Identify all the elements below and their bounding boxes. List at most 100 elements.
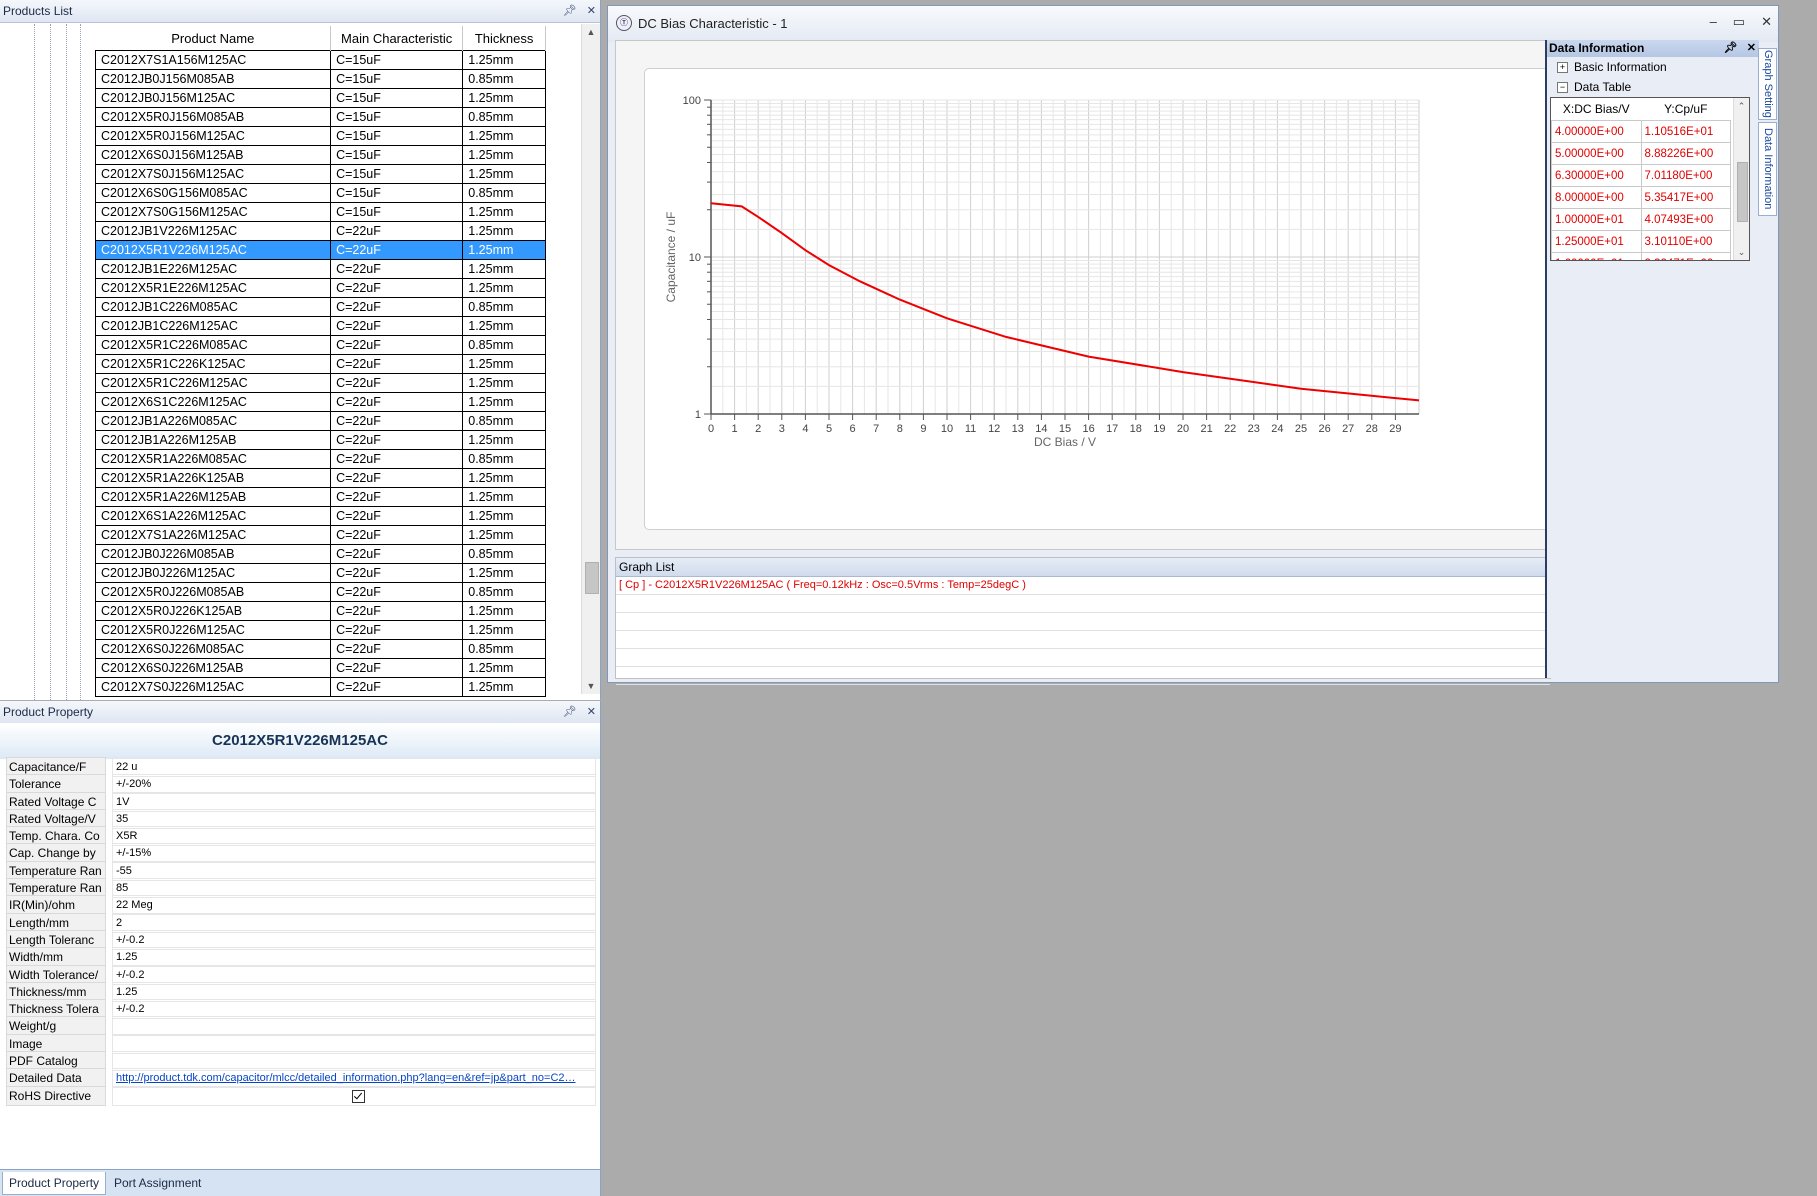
data-row[interactable]: 1.25000E+01 3.10110E+00 [1551,230,1731,253]
scroll-down-icon[interactable]: ▼ [582,678,600,694]
scroll-down-icon[interactable]: ⌄ [1734,244,1749,260]
rohs-checkbox-cell[interactable] [112,1085,596,1106]
scroll-up-icon[interactable]: ⌃ [1734,98,1749,114]
table-cell: 1.25mm [462,658,546,678]
table-cell: 1.25mm [462,525,546,545]
data-row[interactable]: 1.00000E+01 4.07493E+00 [1551,208,1731,231]
table-row[interactable]: C2012X6S0J226M085AC C=22uF 0.85mm [94,639,546,659]
table-row[interactable]: C2012X5R1A226M125AB C=22uF 1.25mm [94,487,546,507]
table-row[interactable]: C2012X6S0G156M085AC C=15uF 0.85mm [94,183,546,203]
table-row[interactable]: C2012X5R0J226M085AB C=22uF 0.85mm [94,582,546,602]
maximize-icon[interactable]: ▭ [1733,14,1745,30]
data-information-pane: Data Information 📌︎ ✕ + Basic Information… [1545,40,1759,678]
table-row[interactable]: C2012JB0J156M125AC C=15uF 1.25mm [94,88,546,108]
table-cell: 1.25mm [462,316,546,336]
table-cell: C2012X6S1C226M125AC [94,392,332,412]
property-row: Temperature Ran 85 [6,878,596,899]
table-cell: C2012X5R0J226K125AB [94,601,332,621]
collapse-icon[interactable]: − [1557,82,1568,94]
table-row[interactable]: C2012JB1C226M125AC C=22uF 1.25mm [94,316,546,336]
column-header[interactable]: Thickness [462,26,546,51]
dc-bias-window: Ⓣ DC Bias Characteristic - 1 – ▭ ✕ 01234… [607,5,1779,685]
tab-port-assignment[interactable]: Port Assignment [108,1172,207,1194]
table-row[interactable]: C2012X6S0J156M125AB C=15uF 1.25mm [94,145,546,165]
table-row[interactable]: C2012X5R0J156M085AB C=15uF 0.85mm [94,107,546,127]
table-row[interactable]: C2012JB0J226M085AB C=22uF 0.85mm [94,544,546,564]
table-row[interactable]: C2012X5R0J226M125AC C=22uF 1.25mm [94,620,546,640]
dc-bias-chart: 0 1 2 3 4 5 6 7 8 9 10 11 12 13 14 15 16 17 18 19 20 21 22 23 24… [664,95,1420,449]
table-row[interactable]: C2012X5R1A226M085AC C=22uF 0.85mm [94,449,546,469]
product-property-title: Product Property [3,705,94,719]
basic-information-node[interactable]: + Basic Information [1547,57,1759,77]
table-cell: C2012X5R1C226M085AC [94,335,332,355]
tab-graph-setting[interactable]: Graph Setting [1758,48,1777,120]
data-row[interactable]: 5.00000E+00 8.88226E+00 [1551,142,1731,165]
table-row[interactable]: C2012X5R0J226K125AB C=22uF 1.25mm [94,601,546,621]
data-information-title: Data Information [1549,41,1645,55]
data-cell: 3.10110E+00 [1640,230,1731,253]
table-row[interactable]: C2012JB1A226M085AC C=22uF 0.85mm [94,411,546,431]
graph-list-empty-row [616,667,1550,685]
close-icon[interactable]: ✕ [1761,14,1772,30]
expand-icon[interactable]: + [1557,62,1568,74]
checkbox-icon[interactable] [352,1089,365,1103]
column-header[interactable]: Product Name [95,26,332,51]
property-row: IR(Min)/ohm 22 Meg [6,895,596,916]
table-row[interactable]: C2012JB1C226M085AC C=22uF 0.85mm [94,297,546,317]
table-cell: C=22uF [330,392,464,412]
table-row[interactable]: C2012X7S0J156M125AC C=15uF 1.25mm [94,164,546,184]
table-row[interactable]: C2012X5R1C226M125AC C=22uF 1.25mm [94,373,546,393]
data-row[interactable]: 4.00000E+00 1.10516E+01 [1551,120,1731,143]
table-row[interactable]: C2012X7S0J226M125AC C=22uF 1.25mm [94,677,546,697]
table-row[interactable]: C2012JB1A226M125AB C=22uF 1.25mm [94,430,546,450]
table-row[interactable]: C2012X6S1A226M125AC C=22uF 1.25mm [94,506,546,526]
property-row: Thickness/mm 1.25 [6,981,596,1002]
table-cell: C=22uF [330,430,464,450]
table-row[interactable]: C2012X6S0J226M125AB C=22uF 1.25mm [94,658,546,678]
tab-product-property[interactable]: Product Property [2,1172,107,1195]
table-row[interactable]: C2012X5R0J156M125AC C=15uF 1.25mm [94,126,546,146]
table-row[interactable]: C2012X6S1C226M125AC C=22uF 1.25mm [94,392,546,412]
column-header[interactable]: Main Characteristic [330,26,464,51]
table-cell: 1.25mm [462,354,546,374]
table-row[interactable]: C2012JB1V226M125AC C=22uF 1.25mm [94,221,546,241]
table-row[interactable]: C2012X7S1A156M125AC C=15uF 1.25mm [94,50,546,70]
table-cell: C2012JB1V226M125AC [94,221,332,241]
data-table-node[interactable]: − Data Table [1547,77,1759,97]
table-row[interactable]: C2012X5R1C226K125AC C=22uF 1.25mm [94,354,546,374]
data-column-header: X:DC Bias/V [1551,98,1641,121]
close-icon[interactable]: ✕ [587,701,596,723]
x-tick-label: 1 [732,423,738,435]
graph-list-entry[interactable]: [ Cp ] - C2012X5R1V226M125AC ( Freq=0.12… [616,577,1550,595]
scroll-up-icon[interactable]: ▲ [582,24,600,40]
data-row[interactable]: 1.60000E+012.32471E+00 [1551,252,1731,260]
close-icon[interactable]: ✕ [587,0,596,22]
table-cell: C2012JB1E226M125AC [94,259,332,279]
table-cell: 1.25mm [462,677,546,697]
scroll-thumb[interactable] [585,562,599,594]
pin-icon[interactable]: 📌︎ [1724,42,1738,54]
table-cell: C2012X5R1A226M125AB [94,487,332,507]
table-row[interactable]: C2012X5R1A226K125AB C=22uF 1.25mm [94,468,546,488]
pin-icon[interactable]: 📌︎ [563,701,577,723]
products-scrollbar[interactable]: ▲ ▼ [581,24,600,694]
table-row[interactable]: C2012X7S0G156M125AC C=15uF 1.25mm [94,202,546,222]
data-row[interactable]: 6.30000E+00 7.01180E+00 [1551,164,1731,187]
data-row[interactable]: 8.00000E+00 5.35417E+00 [1551,186,1731,209]
table-row[interactable]: C2012JB0J226M125AC C=22uF 1.25mm [94,563,546,583]
data-table-scrollbar[interactable]: ⌃ ⌄ [1733,98,1749,260]
table-row[interactable]: C2012X5R1E226M125AC C=22uF 1.25mm [94,278,546,298]
products-list-titlebar: Products List 📌︎ ✕ [0,0,600,23]
table-row[interactable]: C2012JB1E226M125AC C=22uF 1.25mm [94,259,546,279]
scroll-thumb[interactable] [1737,162,1748,222]
table-row[interactable]: C2012X5R1V226M125AC C=22uF 1.25mm [94,240,546,260]
close-icon[interactable]: ✕ [1747,42,1756,54]
table-cell: C=22uF [330,601,464,621]
table-row[interactable]: C2012X5R1C226M085AC C=22uF 0.85mm [94,335,546,355]
table-row[interactable]: C2012JB0J156M085AB C=15uF 0.85mm [94,69,546,89]
pin-icon[interactable]: 📌︎ [563,0,577,22]
table-row[interactable]: C2012X7S1A226M125AC C=22uF 1.25mm [94,525,546,545]
tab-data-information[interactable]: Data Information [1758,122,1777,216]
graph-list-empty-row [616,595,1550,613]
minimize-icon[interactable]: – [1710,14,1717,30]
